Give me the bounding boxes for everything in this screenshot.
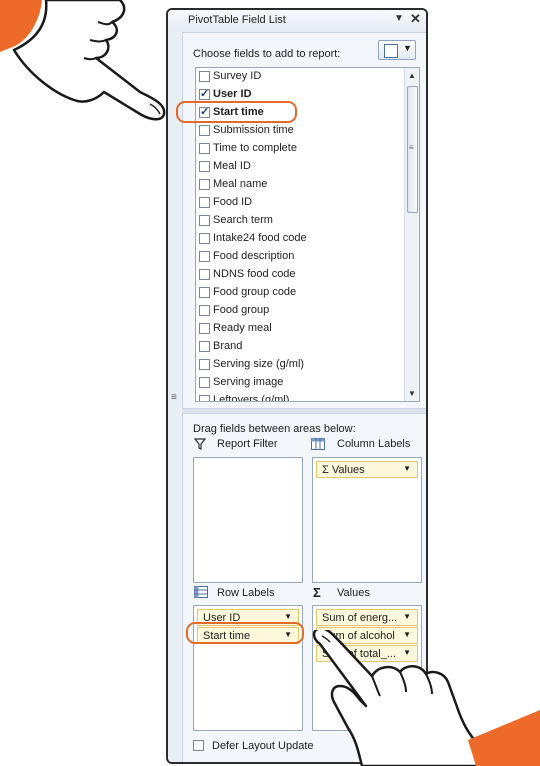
field-checkbox[interactable] — [199, 197, 210, 208]
chevron-down-icon[interactable]: ▼ — [403, 612, 411, 621]
field-label: Meal ID — [213, 160, 251, 172]
layout-icon — [384, 44, 398, 58]
values-label: Values — [337, 587, 370, 599]
row-labels-label: Row Labels — [217, 587, 275, 599]
pointing-hand-illustration-bottom — [312, 630, 540, 766]
field-list-item[interactable]: Meal ID — [196, 158, 406, 176]
field-label: Ready meal — [213, 322, 272, 334]
sigma-icon: Σ — [313, 585, 321, 600]
field-list-item[interactable]: Serving image — [196, 374, 406, 392]
field-list-item[interactable]: Meal name — [196, 176, 406, 194]
column-labels-area[interactable]: Σ Values ▼ — [312, 457, 422, 583]
field-label: Survey ID — [213, 70, 262, 82]
field-list-item[interactable]: Food description — [196, 248, 406, 266]
field-label: NDNS food code — [213, 268, 296, 280]
field-list-item[interactable]: Ready meal — [196, 320, 406, 338]
pane-options-dropdown-icon[interactable]: ▼ — [394, 13, 404, 24]
field-list-item[interactable]: Submission time — [196, 122, 406, 140]
column-labels-icon — [311, 438, 325, 450]
field-checkbox[interactable] — [199, 269, 210, 280]
field-label: Serving size (g/ml) — [213, 358, 305, 370]
field-label: Time to complete — [213, 142, 297, 154]
field-list-item[interactable]: Intake24 food code — [196, 230, 406, 248]
start-time-chip-highlight — [186, 622, 304, 644]
field-list-item[interactable]: Time to complete — [196, 140, 406, 158]
defer-layout-label: Defer Layout Update — [212, 740, 314, 752]
chevron-down-icon[interactable]: ▼ — [284, 612, 292, 621]
field-checkbox[interactable] — [199, 251, 210, 262]
field-label: Food ID — [213, 196, 253, 208]
pane-title-bar[interactable]: PivotTable Field List ▼ ✕ — [168, 10, 426, 33]
field-list-item[interactable]: NDNS food code — [196, 266, 406, 284]
field-label: Brand — [213, 340, 243, 352]
chip-label: Σ Values — [322, 464, 365, 476]
field-checkbox[interactable] — [199, 87, 210, 100]
field-checkbox[interactable] — [199, 323, 210, 334]
field-checkbox[interactable] — [199, 395, 210, 401]
field-list-item[interactable]: Food group — [196, 302, 406, 320]
field-checkbox[interactable] — [199, 161, 210, 172]
resize-grip-icon[interactable]: ≡ — [171, 392, 177, 403]
pane-splitter[interactable] — [182, 408, 426, 414]
start-time-field-highlight — [176, 101, 297, 123]
field-label: Search term — [213, 214, 273, 226]
field-checkbox[interactable] — [199, 341, 210, 352]
field-label: Serving image — [213, 376, 284, 388]
pane-resize-strip[interactable]: ≡ — [168, 32, 183, 762]
field-checkbox[interactable] — [199, 287, 210, 298]
field-label: User ID — [213, 88, 252, 100]
scrollbar-thumb[interactable]: ≡ — [407, 86, 418, 213]
field-list-item[interactable]: Brand — [196, 338, 406, 356]
field-checkbox[interactable] — [199, 125, 210, 136]
field-list-item[interactable]: Search term — [196, 212, 406, 230]
pane-title: PivotTable Field List — [188, 14, 286, 26]
field-label: Food description — [213, 250, 295, 262]
field-label: Food group code — [213, 286, 297, 298]
chevron-down-icon: ▼ — [403, 43, 412, 53]
field-label: Intake24 food code — [213, 232, 307, 244]
row-labels-icon — [194, 586, 208, 598]
field-checkbox[interactable] — [199, 179, 210, 190]
field-list-scrollbar[interactable]: ▲ ≡ ▼ — [404, 68, 419, 401]
field-checkbox[interactable] — [199, 215, 210, 226]
close-icon[interactable]: ✕ — [410, 11, 421, 27]
field-checkbox[interactable] — [199, 305, 210, 316]
scroll-up-icon[interactable]: ▲ — [408, 71, 416, 80]
field-label: Food group — [213, 304, 270, 316]
defer-layout-checkbox[interactable] — [193, 740, 204, 751]
drag-fields-label: Drag fields between areas below: — [193, 423, 356, 435]
field-list-item[interactable]: Survey ID — [196, 68, 406, 86]
field-label: Leftovers (g/ml) — [213, 394, 290, 402]
field-checkbox[interactable] — [199, 359, 210, 370]
chevron-down-icon[interactable]: ▼ — [403, 464, 411, 473]
field-list-item[interactable]: Leftovers (g/ml) — [196, 392, 406, 402]
filter-icon — [194, 438, 206, 450]
field-list-layout-button[interactable]: ▼ — [378, 40, 416, 60]
field-list-item[interactable]: Food ID — [196, 194, 406, 212]
chip-label: Sum of energ... — [322, 612, 398, 624]
field-label: Submission time — [213, 124, 294, 136]
field-checkbox[interactable] — [199, 377, 210, 388]
report-filter-area[interactable] — [193, 457, 303, 583]
report-filter-label: Report Filter — [217, 438, 278, 450]
field-checkbox[interactable] — [199, 71, 210, 82]
scroll-down-icon[interactable]: ▼ — [408, 389, 416, 398]
field-label: Meal name — [213, 178, 268, 190]
field-list-item[interactable]: Food group code — [196, 284, 406, 302]
values-chip-energy[interactable]: Sum of energ... ▼ — [316, 609, 418, 626]
field-list-item[interactable]: Serving size (g/ml) — [196, 356, 406, 374]
field-checkbox[interactable] — [199, 143, 210, 154]
column-labels-label: Column Labels — [337, 438, 411, 450]
column-values-chip[interactable]: Σ Values ▼ — [316, 461, 418, 478]
choose-fields-label: Choose fields to add to report: — [193, 48, 341, 60]
pointing-hand-illustration-top — [0, 0, 166, 121]
field-checkbox[interactable] — [199, 233, 210, 244]
